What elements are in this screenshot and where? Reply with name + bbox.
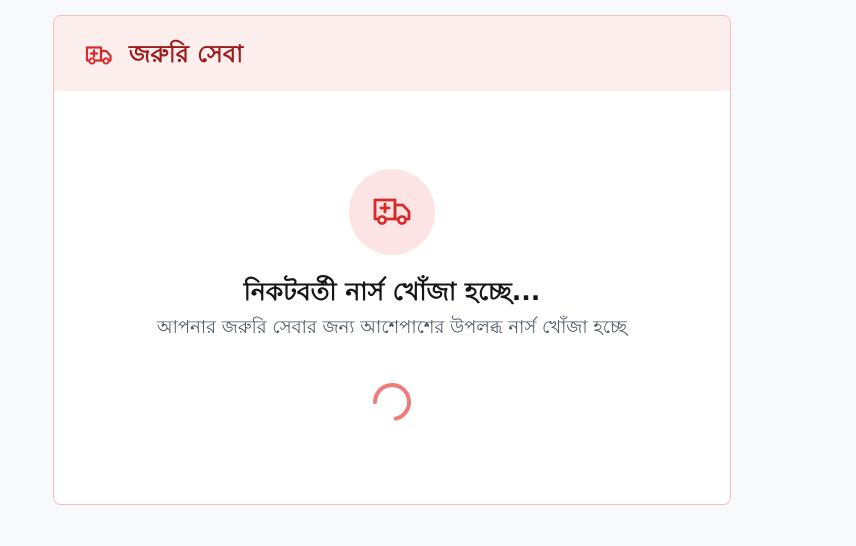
ambulance-icon: [85, 42, 113, 66]
card-header: জরুরি সেবা: [54, 16, 730, 91]
card-title: জরুরি সেবা: [129, 39, 244, 68]
loading-spinner-icon: [369, 379, 415, 425]
ambulance-icon: [372, 194, 412, 230]
searching-title: নিকটবর্তী নার্স খোঁজা হচ্ছে...: [243, 277, 541, 306]
emergency-service-card: জরুরি সেবা নিকটবর্তী নার্স খোঁজা হচ্ছে..…: [53, 15, 731, 505]
card-body: নিকটবর্তী নার্স খোঁজা হচ্ছে... আপনার জরু…: [54, 91, 730, 504]
ambulance-icon-circle: [349, 169, 435, 255]
searching-description: আপনার জরুরি সেবার জন্য আশেপাশের উপলব্ধ ন…: [156, 317, 628, 338]
